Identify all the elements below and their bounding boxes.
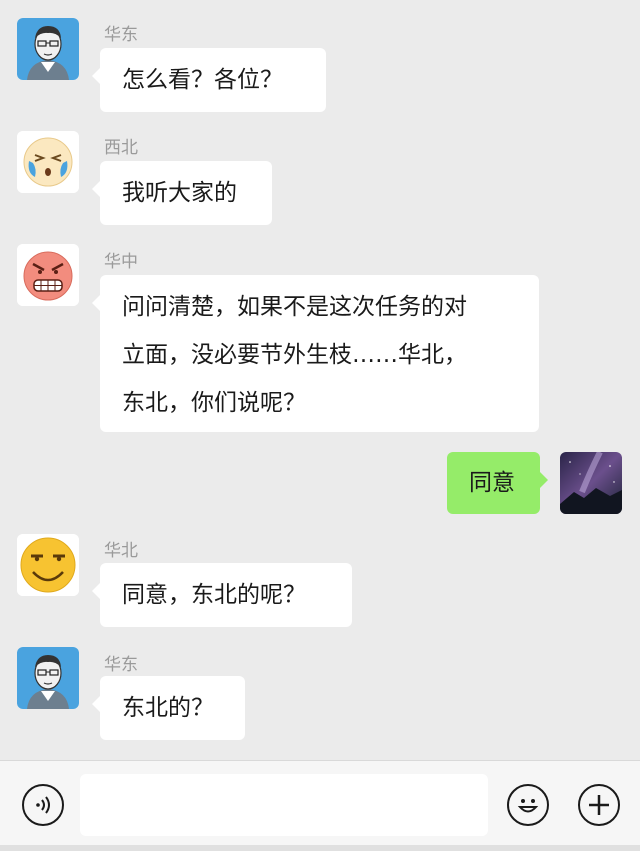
- message-text: 我听大家的: [122, 180, 237, 206]
- sender-name: 华北: [104, 541, 138, 561]
- sketch-man-avatar[interactable]: [17, 647, 79, 709]
- message-text: 立面，没必要节外生枝……华北，: [122, 342, 467, 368]
- message-input[interactable]: [80, 774, 488, 836]
- sender-name: 华东: [104, 25, 138, 45]
- crying-laugh-emoji-avatar[interactable]: [17, 131, 79, 193]
- smirk-emoji-avatar[interactable]: [17, 534, 79, 596]
- message-bubble[interactable]: 同意，东北的呢？: [92, 563, 352, 627]
- message-text: 东北，你们说呢？: [122, 390, 306, 416]
- message-text: 怎么看？各位？: [122, 67, 283, 93]
- sender-name: 华东: [104, 655, 138, 675]
- message-bubble-self[interactable]: 同意: [447, 452, 548, 514]
- sender-name: 西北: [104, 138, 138, 158]
- chat-input-bar: [0, 760, 640, 851]
- emoji-icon[interactable]: [507, 784, 549, 826]
- chat-message-list[interactable]: 华东 怎么看？各位？ 西北 我听大家的 华中 问问清楚，如果不是这次任务的对 立…: [0, 0, 640, 760]
- plus-icon[interactable]: [578, 784, 620, 826]
- message-bubble[interactable]: 东北的？: [92, 676, 245, 740]
- message-text: 同意: [469, 470, 515, 496]
- voice-icon[interactable]: [22, 784, 64, 826]
- message-text: 同意，东北的呢？: [122, 582, 306, 608]
- message-bubble[interactable]: 问问清楚，如果不是这次任务的对 立面，没必要节外生枝……华北， 东北，你们说呢？: [92, 275, 539, 432]
- bottom-strip: [0, 845, 640, 851]
- message-text: 问问清楚，如果不是这次任务的对: [122, 294, 467, 320]
- message-bubble[interactable]: 怎么看？各位？: [92, 48, 326, 112]
- message-text: 东北的？: [122, 695, 214, 721]
- angry-emoji-avatar[interactable]: [17, 244, 79, 306]
- message-bubble[interactable]: 我听大家的: [92, 161, 272, 225]
- sender-name: 华中: [104, 252, 138, 272]
- sketch-man-avatar[interactable]: [17, 18, 79, 80]
- galaxy-night-sky-avatar[interactable]: [560, 452, 622, 514]
